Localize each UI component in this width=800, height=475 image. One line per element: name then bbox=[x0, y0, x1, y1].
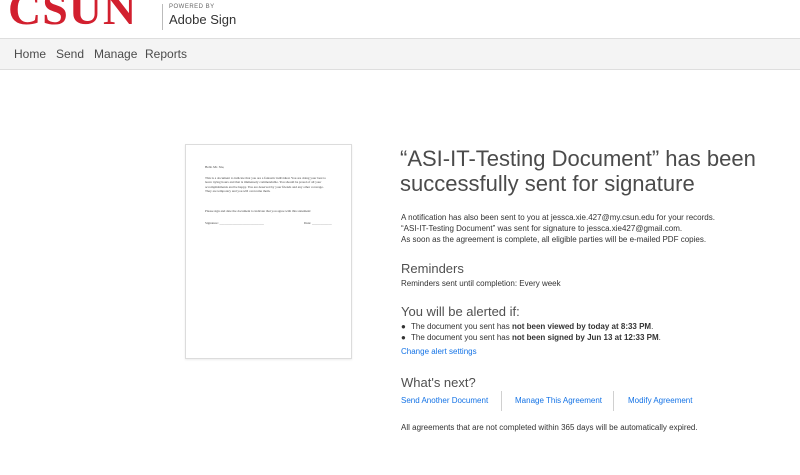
whats-next-heading: What's next? bbox=[401, 375, 476, 390]
action-separator bbox=[501, 391, 502, 411]
alert-item: ● The document you sent has not been sign… bbox=[401, 333, 661, 342]
alert-condition: not been signed by Jun 13 at 12:33 PM bbox=[511, 333, 659, 342]
doc-greeting: Hello Mr. Xie, bbox=[205, 165, 225, 169]
doc-signature-line: Signature: ___________________________ bbox=[205, 221, 264, 225]
main-nav: Home Send Manage Reports bbox=[0, 38, 800, 70]
alert-end: . bbox=[651, 322, 654, 331]
page-title: “ASI-IT-Testing Document” has been succe… bbox=[400, 146, 756, 196]
notice-line: A notification has also been sent to you… bbox=[401, 213, 715, 222]
doc-sign-prompt: Please sign and date the document to ind… bbox=[205, 209, 312, 213]
adobe-sign-label: Adobe Sign bbox=[169, 12, 237, 27]
document-preview: Hello Mr. Xie, This is a document to ind… bbox=[185, 144, 352, 359]
send-another-document-link[interactable]: Send Another Document bbox=[401, 396, 488, 405]
csun-logo[interactable]: CSUN bbox=[8, 0, 137, 32]
modify-agreement-link[interactable]: Modify Agreement bbox=[628, 396, 692, 405]
reminders-text: Reminders sent until completion: Every w… bbox=[401, 279, 561, 288]
change-alert-settings-link[interactable]: Change alert settings bbox=[401, 347, 477, 356]
nav-manage[interactable]: Manage bbox=[94, 47, 137, 61]
bullet-icon: ● bbox=[401, 322, 406, 331]
bullet-icon: ● bbox=[401, 333, 406, 342]
alerts-heading: You will be alerted if: bbox=[401, 304, 520, 319]
powered-by-label: POWERED BY bbox=[169, 4, 215, 10]
doc-body-line: They are temporary and you will overcome… bbox=[205, 189, 271, 194]
alert-end: . bbox=[658, 333, 661, 342]
alert-text: The document you sent has bbox=[411, 322, 512, 331]
logo-divider bbox=[162, 4, 163, 30]
notice-line: As soon as the agreement is complete, al… bbox=[401, 235, 707, 244]
alert-text: The document you sent has bbox=[411, 333, 512, 342]
notice-line: “ASI-IT-Testing Document” was sent for s… bbox=[401, 224, 683, 233]
doc-date-line: Date: ____________ bbox=[304, 221, 332, 225]
reminders-heading: Reminders bbox=[401, 261, 464, 276]
nav-home[interactable]: Home bbox=[14, 47, 46, 61]
nav-reports[interactable]: Reports bbox=[145, 47, 187, 61]
manage-agreement-link[interactable]: Manage This Agreement bbox=[515, 396, 602, 405]
action-separator bbox=[613, 391, 614, 411]
nav-send[interactable]: Send bbox=[56, 47, 84, 61]
expiry-note: All agreements that are not completed wi… bbox=[401, 423, 698, 432]
alert-item: ● The document you sent has not been view… bbox=[401, 322, 653, 331]
alert-condition: not been viewed by today at 8:33 PM bbox=[511, 322, 652, 331]
header: CSUN POWERED BY Adobe Sign bbox=[0, 0, 800, 38]
